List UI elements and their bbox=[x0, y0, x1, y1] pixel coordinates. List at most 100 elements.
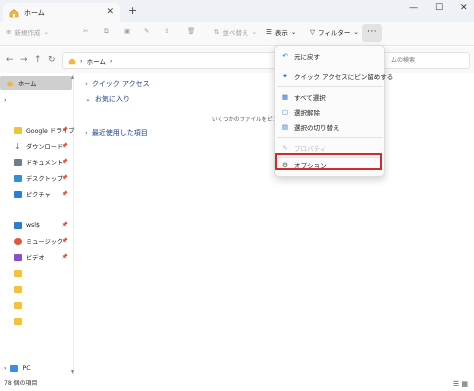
chevron-down-icon: ⌄ bbox=[85, 95, 91, 103]
up-arrow-icon[interactable]: ↑ bbox=[34, 55, 42, 65]
rename-icon[interactable]: ✎ bbox=[144, 27, 149, 35]
document-icon bbox=[14, 158, 22, 166]
sidebar-item-downloads[interactable]: ↓ ダウンロード 📌 bbox=[0, 139, 72, 153]
sort-icon: ⇅ bbox=[214, 28, 220, 36]
view-toggle[interactable]: ☰ ▦ bbox=[453, 380, 468, 388]
filter-icon: ▽ bbox=[310, 28, 315, 36]
sidebar-item-label: デスクトップ bbox=[26, 175, 64, 183]
select-all-icon: ▦ bbox=[281, 92, 289, 101]
refresh-icon[interactable]: ↻ bbox=[48, 55, 56, 65]
menu-item-label: すべて選択 bbox=[294, 93, 326, 102]
delete-icon[interactable]: 🗑 bbox=[187, 27, 195, 35]
breadcrumb[interactable]: ホーム bbox=[87, 56, 106, 66]
plus-circle-icon: ⊕ bbox=[6, 28, 12, 36]
pin-icon: 📌 bbox=[61, 238, 68, 244]
chevron-right-icon: › bbox=[85, 80, 88, 88]
sidebar-item-folder[interactable] bbox=[0, 266, 72, 280]
menu-item-deselect[interactable]: ▢ 選択解除 bbox=[281, 105, 381, 118]
highlight-box bbox=[275, 153, 382, 170]
sort-label: 並べ替え bbox=[222, 29, 249, 37]
breadcrumb-separator-icon: › bbox=[109, 56, 113, 65]
sidebar-item-label: wsl$ bbox=[26, 221, 40, 229]
new-label: 新規作成 bbox=[14, 29, 41, 37]
section-recent[interactable]: › 最近使用した項目 bbox=[85, 128, 148, 138]
folder-icon bbox=[14, 285, 22, 293]
home-icon bbox=[7, 80, 13, 86]
deselect-icon: ▢ bbox=[281, 107, 289, 116]
chevron-right-icon: › bbox=[4, 364, 7, 372]
status-bar: 78 個の項目 bbox=[0, 377, 474, 391]
sidebar-item-label: PC bbox=[22, 364, 31, 372]
sidebar-item-label: ドキュメント bbox=[26, 159, 64, 167]
back-arrow-icon[interactable]: ← bbox=[6, 55, 14, 65]
menu-item-label: 選択の切り替え bbox=[294, 123, 340, 132]
pin-icon: 📌 bbox=[61, 175, 68, 181]
address-bar[interactable]: › ホーム › bbox=[62, 52, 282, 69]
sidebar-item-pictures[interactable]: ピクチャ 📌 bbox=[0, 187, 72, 201]
sidebar-item-google-drive[interactable]: Google ドライブ 📌 bbox=[0, 123, 75, 137]
sidebar-item-folder[interactable] bbox=[0, 298, 72, 312]
cut-icon[interactable]: ✂ bbox=[83, 27, 88, 35]
folder-icon bbox=[14, 317, 22, 325]
menu-item-pin-quick-access[interactable]: ✦ クイック アクセスにピン留めする bbox=[281, 69, 393, 82]
section-title: クイック アクセス bbox=[91, 80, 150, 88]
filter-button[interactable]: ▽ フィルター ⌄ bbox=[310, 27, 359, 37]
computer-icon bbox=[10, 364, 19, 372]
folder-icon bbox=[14, 269, 22, 277]
sidebar-item-music[interactable]: ミュージック 📌 bbox=[0, 234, 72, 248]
sidebar-scrollbar[interactable] bbox=[71, 73, 74, 376]
sidebar-item-home[interactable]: ホーム bbox=[0, 76, 72, 90]
section-quick-access[interactable]: › クイック アクセス bbox=[85, 79, 150, 89]
sidebar-item-desktop[interactable]: デスクトップ 📌 bbox=[0, 171, 72, 185]
search-input[interactable]: ムの検索 bbox=[382, 52, 470, 69]
window-close-button[interactable]: ✕ bbox=[460, 3, 468, 13]
sidebar-item-folder[interactable] bbox=[0, 282, 72, 296]
forward-arrow-icon[interactable]: → bbox=[20, 55, 28, 65]
section-title: 最近使用した項目 bbox=[91, 129, 148, 137]
sort-button[interactable]: ⇅ 並べ替え ⌄ bbox=[214, 27, 257, 37]
chevron-down-icon: ⌄ bbox=[43, 28, 49, 36]
menu-item-label: クイック アクセスにピン留めする bbox=[294, 72, 394, 81]
copy-icon[interactable]: ⧉ bbox=[104, 27, 109, 36]
sidebar-item-documents[interactable]: ドキュメント 📌 bbox=[0, 155, 72, 169]
details-view-icon[interactable]: ☰ bbox=[453, 380, 459, 388]
new-tab-button[interactable]: + bbox=[128, 4, 137, 17]
tab-home[interactable]: ホーム ✕ bbox=[3, 3, 120, 22]
paste-icon[interactable]: ▣ bbox=[124, 27, 130, 35]
tiles-view-icon[interactable]: ▦ bbox=[461, 380, 468, 388]
share-icon[interactable]: ⇪ bbox=[164, 27, 169, 35]
menu-item-label: 元に戻す bbox=[294, 52, 320, 61]
view-button[interactable]: ☰ 表示 ⌄ bbox=[266, 27, 296, 37]
chevron-down-icon: ⌄ bbox=[353, 28, 359, 36]
view-label: 表示 bbox=[274, 29, 288, 37]
sidebar-item-wsl[interactable]: wsl$ 📌 bbox=[0, 218, 72, 232]
chevron-down-icon: ⌄ bbox=[251, 28, 257, 36]
menu-item-invert-selection[interactable]: ▤ 選択の切り替え bbox=[281, 120, 381, 133]
breadcrumb-separator-icon: › bbox=[80, 56, 83, 65]
new-button[interactable]: ⊕ 新規作成 ⌄ bbox=[6, 27, 49, 37]
folder-icon bbox=[14, 301, 22, 309]
close-tab-icon[interactable]: ✕ bbox=[106, 7, 114, 17]
music-icon bbox=[14, 237, 22, 245]
more-options-button[interactable]: ··· bbox=[362, 24, 382, 42]
menu-item-undo[interactable]: ↶ 元に戻す bbox=[281, 49, 381, 62]
menu-item-label: プロパティ bbox=[294, 144, 327, 153]
sidebar-item-label: ビデオ bbox=[26, 254, 45, 262]
view-icon: ☰ bbox=[266, 28, 272, 36]
sidebar-item-pc[interactable]: › PC bbox=[0, 361, 72, 375]
maximize-button[interactable]: ☐ bbox=[435, 3, 443, 13]
filter-label: フィルター bbox=[318, 29, 351, 37]
chevron-down-icon: ⌄ bbox=[290, 28, 297, 36]
sidebar-item-videos[interactable]: ビデオ 📌 bbox=[0, 250, 72, 264]
section-favorites[interactable]: ⌄ お気に入り bbox=[85, 94, 130, 104]
menu-item-select-all[interactable]: ▦ すべて選択 bbox=[281, 90, 381, 103]
invert-selection-icon: ▤ bbox=[281, 122, 289, 131]
sidebar-expand-item[interactable]: › bbox=[0, 93, 72, 107]
sidebar-item-folder[interactable] bbox=[0, 314, 72, 328]
sidebar-item-label: ホーム bbox=[18, 80, 37, 88]
minimize-button[interactable]: — bbox=[409, 3, 418, 13]
properties-icon: ✎ bbox=[282, 143, 288, 152]
navigation-pane: ホーム › Google ドライブ 📌 ↓ ダウンロード 📌 ドキュメント 📌 … bbox=[0, 73, 75, 376]
chevron-right-icon: › bbox=[4, 96, 7, 104]
pin-icon: 📌 bbox=[61, 254, 68, 260]
